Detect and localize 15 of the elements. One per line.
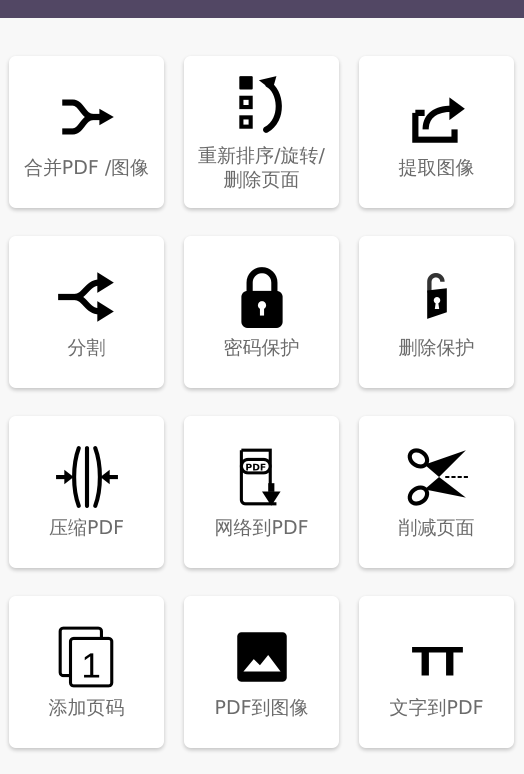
tool-button[interactable]: 删除保护 [359,236,514,388]
tool-button[interactable]: 密码保护 [184,236,339,388]
tool-button[interactable]: PDF 网络到PDF [184,416,339,568]
tool-button[interactable]: 重新排序/旋转/删除页面 [184,56,339,208]
tool-button[interactable]: 提取图像 [359,56,514,208]
tool-button[interactable]: 1 添加页码 [9,596,164,748]
compress-icon [54,444,120,510]
tool-button[interactable]: 削减页面 [359,416,514,568]
text-size-icon: TT [404,624,470,690]
tool-button[interactable]: 合并PDF /图像 [9,56,164,208]
tool-button[interactable]: PDF到图像 [184,596,339,748]
tool-button[interactable]: TT 文字到PDF [359,596,514,748]
unlock-icon [424,273,448,321]
tool-button[interactable]: 压缩PDF [9,416,164,568]
tool-button[interactable]: 分割 [9,236,164,388]
